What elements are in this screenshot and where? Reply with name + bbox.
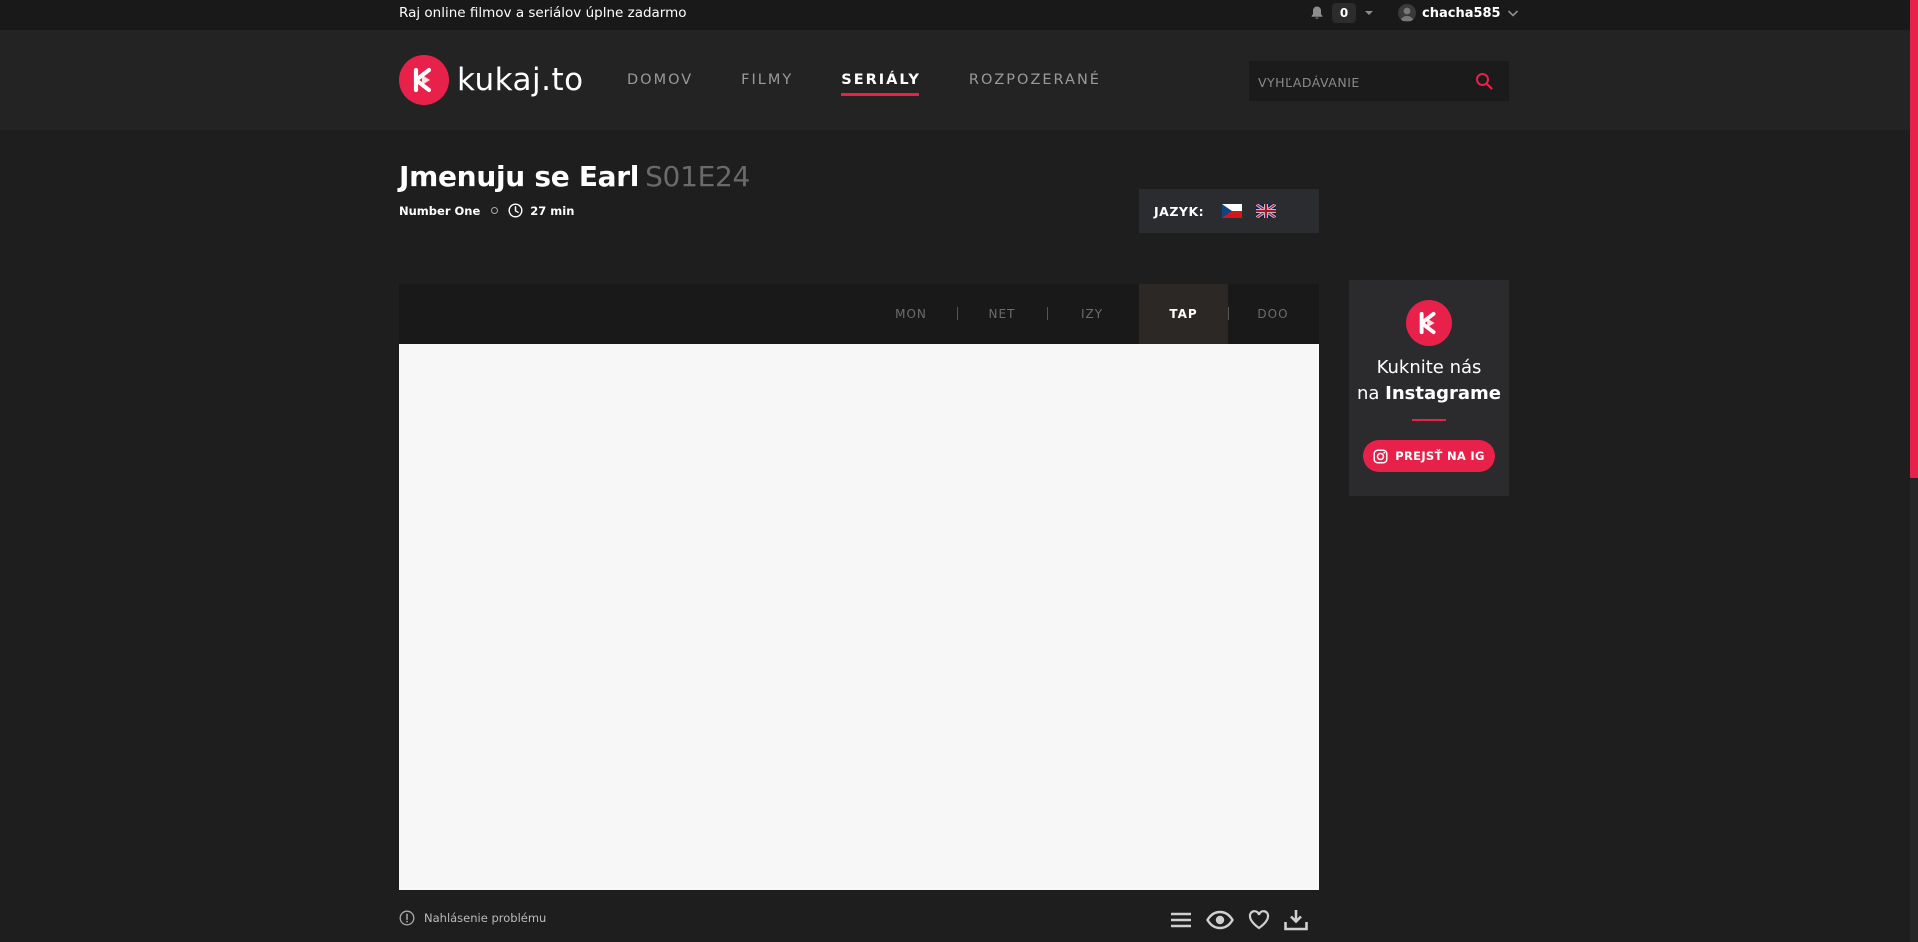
notifications[interactable]: 0 (1309, 0, 1373, 26)
instagram-line1: Kuknite nás (1376, 357, 1482, 378)
username: chacha585 (1422, 5, 1501, 21)
episode-duration: 27 min (530, 203, 575, 218)
czech-flag-icon[interactable] (1222, 204, 1243, 218)
language-label: JAZYK: (1154, 203, 1205, 219)
nav-serialy[interactable]: SERIÁLY (841, 66, 921, 96)
instagram-button-label: PREJSŤ NA IG (1395, 449, 1485, 463)
heart-icon[interactable] (1248, 909, 1270, 931)
tab-source-mon[interactable]: MON (886, 284, 936, 344)
notification-count: 0 (1332, 3, 1356, 23)
main-nav: DOMOV FILMY SERIÁLY ROZPOZERANÉ (627, 30, 1149, 130)
page-title: Jmenuju se Earl S01E24 (399, 160, 750, 193)
search-icon[interactable] (1475, 72, 1493, 90)
instagram-button[interactable]: PREJSŤ NA IG (1363, 440, 1495, 472)
instagram-card: Kuknite nás na Instagrame PREJSŤ NA IG (1349, 280, 1509, 496)
user-menu[interactable]: chacha585 (1398, 0, 1519, 26)
episode-header: Jmenuju se Earl S01E24 Number One 27 min (399, 160, 750, 218)
source-tabs: MON NET IZY TAP DOO (399, 284, 1319, 344)
avatar (1398, 4, 1416, 22)
report-problem-label: Nahlásenie problému (424, 911, 547, 925)
search-input[interactable] (1249, 61, 1470, 103)
search-box (1249, 61, 1509, 103)
tab-source-doo[interactable]: DOO (1248, 284, 1298, 344)
instagram-promo-text: Kuknite nás na Instagrame (1349, 355, 1509, 407)
clock-icon (508, 203, 523, 218)
tab-source-izy[interactable]: IZY (1067, 284, 1117, 344)
logo-mark-icon (1406, 300, 1452, 346)
separator-dot (491, 207, 499, 214)
report-problem-link[interactable]: Nahlásenie problému (399, 910, 546, 926)
series-title: Jmenuju se Earl (399, 160, 640, 193)
divider (1412, 419, 1446, 421)
nav-filmy[interactable]: FILMY (741, 66, 793, 94)
divider (1228, 307, 1229, 320)
scrollbar-thumb[interactable] (1910, 0, 1918, 478)
instagram-line2-bold: Instagrame (1385, 383, 1502, 404)
divider (1047, 307, 1048, 320)
uk-flag-icon[interactable] (1256, 204, 1277, 218)
caret-down-icon[interactable] (1365, 9, 1373, 17)
chevron-down-icon[interactable] (1507, 7, 1519, 19)
video-player[interactable] (399, 344, 1319, 890)
tab-source-tap[interactable]: TAP (1139, 284, 1228, 344)
nav-rozpozerane[interactable]: ROZPOZERANÉ (969, 66, 1101, 94)
tab-source-net[interactable]: NET (977, 284, 1027, 344)
nav-domov[interactable]: DOMOV (627, 66, 693, 94)
logo-mark-icon (399, 55, 449, 105)
alert-icon (399, 910, 415, 926)
bell-icon (1311, 6, 1323, 19)
divider (957, 307, 958, 320)
episode-name: Number One (399, 203, 481, 218)
list-icon[interactable] (1170, 909, 1192, 931)
episode-meta: Number One 27 min (399, 203, 750, 218)
download-icon[interactable] (1284, 909, 1308, 931)
instagram-line2-prefix: na (1356, 383, 1380, 404)
site-header: kukaj.to DOMOV FILMY SERIÁLY ROZPOZERANÉ (0, 30, 1910, 130)
player-tools (1170, 909, 1322, 931)
top-bar: Raj online filmov a seriálov úplne zadar… (0, 0, 1918, 30)
site-tagline: Raj online filmov a seriálov úplne zadar… (399, 5, 687, 21)
episode-code: S01E24 (645, 160, 751, 193)
site-logo[interactable]: kukaj.to (399, 55, 584, 105)
logo-text: kukaj.to (457, 62, 584, 98)
language-selector: JAZYK: (1139, 189, 1319, 233)
eye-icon[interactable] (1206, 909, 1234, 931)
instagram-icon (1373, 448, 1388, 464)
